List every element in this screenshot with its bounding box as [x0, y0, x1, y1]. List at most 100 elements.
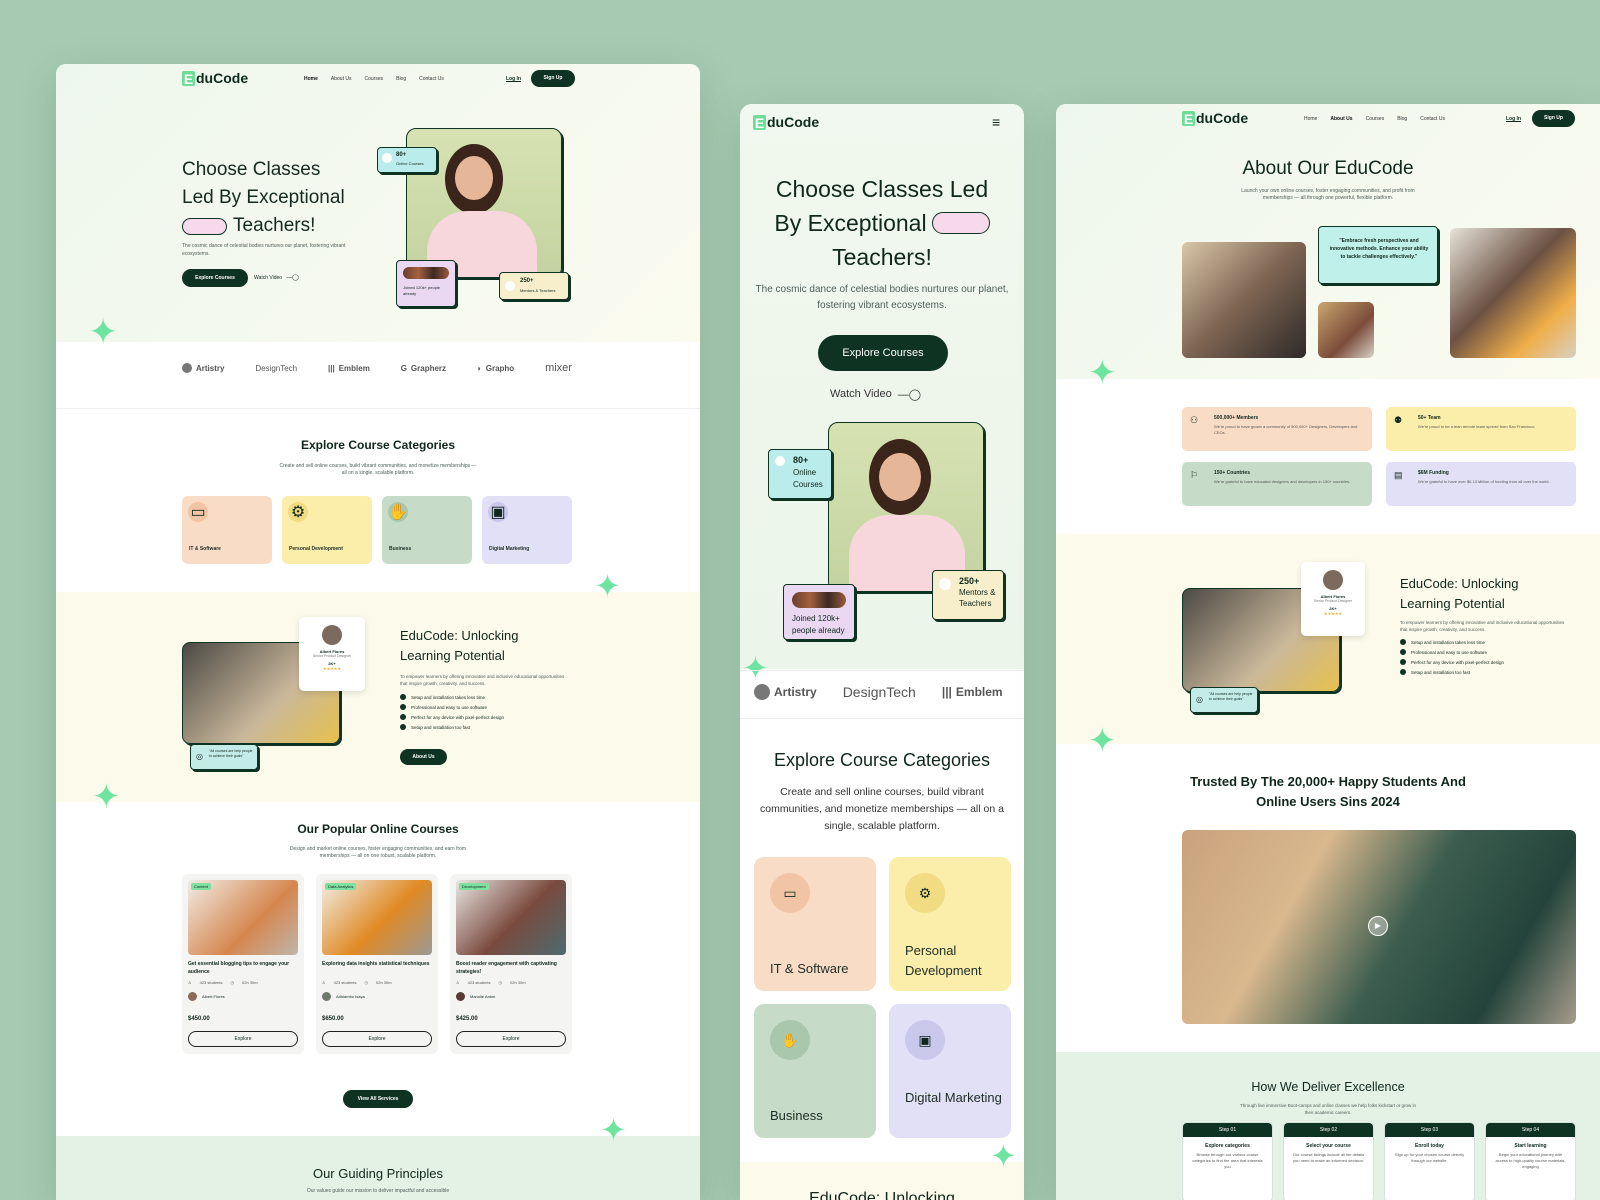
logo-text: duCode: [767, 114, 820, 130]
joined-badge-text: Joined 120k+ people already: [792, 614, 845, 635]
checklist-text: Setup and installation too fast: [411, 724, 471, 730]
logo[interactable]: EduCode: [182, 70, 248, 87]
target-icon: ◎: [196, 752, 203, 761]
signup-button[interactable]: Sign Up: [531, 70, 575, 87]
courses-badge: 80+ Online Courses: [377, 147, 437, 173]
category-card-marketing[interactable]: ▣ Digital Marketing: [482, 496, 572, 564]
login-link[interactable]: Log In: [506, 76, 521, 82]
category-card-personal[interactable]: ⚙ Personal Development: [282, 496, 372, 564]
check-icon: [1400, 669, 1406, 675]
nav-home[interactable]: Home: [1304, 116, 1317, 122]
checklist-item: Professional and easy to use software: [400, 704, 504, 710]
course-explore-button[interactable]: Explore: [456, 1031, 566, 1047]
course-time: 02h 30m: [242, 980, 258, 985]
emblem-logo-icon: |||: [327, 363, 335, 373]
signup-button[interactable]: Sign Up: [1532, 110, 1575, 127]
principles-description: Our values guide our mission to deliver …: [306, 1188, 450, 1194]
nav-contact[interactable]: Contact Us: [1420, 116, 1445, 122]
brand-emblem: ||| Emblem: [328, 362, 370, 374]
graduation-icon: [505, 281, 515, 291]
course-meta: ♙ 423 students ◷ 02h 30m: [456, 980, 526, 985]
trusted-video-thumbnail[interactable]: ▶: [1182, 830, 1576, 1024]
category-label-it: IT & Software: [189, 546, 221, 552]
courses-badge-number: 80+: [793, 455, 809, 465]
nav-courses[interactable]: Courses: [364, 76, 383, 82]
mobile-category-card-it[interactable]: ▭ IT & Software: [754, 857, 876, 991]
face-shape: [879, 453, 921, 501]
gear-window-icon: ⚙: [905, 873, 945, 913]
check-icon: [1400, 659, 1406, 665]
mobile-category-card-personal[interactable]: ⚙ Personal Development: [889, 857, 1011, 991]
category-card-it[interactable]: ▭ IT & Software: [182, 496, 272, 564]
category-label-personal: Personal Development: [289, 546, 343, 552]
desktop-home-frame: EduCode Home About Us Courses Blog Conta…: [56, 64, 700, 1200]
nav-blog[interactable]: Blog: [1397, 116, 1407, 122]
watch-video-link[interactable]: Watch Video —◯: [254, 274, 299, 282]
hamburger-icon[interactable]: ≡: [992, 115, 1000, 129]
play-icon[interactable]: ▶: [1368, 916, 1388, 936]
checklist-text: Setup and installation too fast: [1411, 669, 1471, 675]
brand-grapherz: G Grapherz: [401, 362, 446, 374]
clock-icon: ◷: [230, 980, 235, 985]
mobile-watch-video-link[interactable]: Watch Video —◯: [830, 388, 921, 401]
about-us-button[interactable]: About Us: [400, 749, 447, 765]
step-number: Step 01: [1183, 1123, 1272, 1137]
course-author: Albert Flores: [188, 992, 225, 1001]
course-card-2[interactable]: Data Analytics Exploring data insights s…: [316, 874, 438, 1054]
quote-text: "All courses are help people to achieve …: [209, 749, 253, 758]
nav-about[interactable]: About Us: [1330, 116, 1352, 122]
logo[interactable]: EduCode: [1182, 110, 1248, 127]
mobile-hero-title-word: By Exceptional: [774, 210, 927, 236]
mobile-category-card-business[interactable]: ✋ Business: [754, 1004, 876, 1138]
stat-card-members: ⚇ 500,000+ Members We're proud to have g…: [1182, 407, 1372, 451]
play-icon: —◯: [286, 275, 299, 281]
mobile-hero-teacher-photo: [828, 422, 984, 592]
nav-contact[interactable]: Contact Us: [419, 76, 444, 82]
hand-coin-icon: ✋: [770, 1020, 810, 1060]
about-title: About Our EduCode: [1242, 158, 1414, 179]
mobile-home-frame: EduCode ≡ Choose Classes Led By Exceptio…: [740, 104, 1024, 1200]
course-card-1[interactable]: Content Get essential blogging tips to e…: [182, 874, 304, 1054]
checklist-text: Professional and easy to use software: [411, 704, 488, 710]
step-card-3: Step 03 Enroll today Sign up for your chos…: [1384, 1122, 1475, 1200]
nav-courses[interactable]: Courses: [1366, 116, 1385, 122]
logo[interactable]: EduCode: [753, 114, 820, 131]
category-card-business[interactable]: ✋ Business: [382, 496, 472, 564]
brand-grapho: ◗ Grapho: [477, 362, 514, 374]
mobile-explore-courses-button[interactable]: Explore Courses: [818, 335, 948, 371]
checklist-text: Perfect for any device with pixel-perfec…: [1411, 659, 1505, 665]
team-icon: ⚉: [1394, 415, 1403, 425]
trusted-title-line-2: Online Users Sins 2024: [1256, 794, 1400, 809]
check-icon: [400, 694, 406, 700]
mobile-category-card-marketing[interactable]: ▣ Digital Marketing: [889, 1004, 1011, 1138]
mobile-hero-title-line-2: By Exceptional: [740, 206, 1024, 240]
nav-about[interactable]: About Us: [331, 76, 352, 82]
course-card-3[interactable]: Development Boost reader engagement with…: [450, 874, 572, 1054]
brand-designtech: DesignTech: [255, 362, 297, 374]
course-image: [322, 880, 432, 955]
course-meta: ♙ 423 students ◷ 02h 30m: [322, 980, 392, 985]
course-explore-button[interactable]: Explore: [322, 1031, 432, 1047]
avatar: [188, 992, 197, 1001]
check-icon: [400, 724, 406, 730]
login-link[interactable]: Log In: [1506, 116, 1521, 122]
sparkle-icon: ✦: [742, 650, 769, 686]
nav-blog[interactable]: Blog: [396, 76, 406, 82]
mentors-badge-number: 250+: [520, 278, 534, 284]
course-tag: Development: [459, 883, 489, 890]
brand-mixer-label: mixer: [545, 362, 572, 374]
course-explore-button[interactable]: Explore: [188, 1031, 298, 1047]
mobile-unlock-title: EduCode: Unlocking: [809, 1190, 955, 1200]
unlock-title-line-2: Learning Potential: [400, 648, 505, 663]
course-title: Exploring data insights statistical tech…: [322, 961, 430, 967]
step-description: Browse through our various course catego…: [1192, 1152, 1263, 1169]
watch-video-label: Watch Video: [254, 274, 283, 281]
course-students: 423 students: [333, 980, 357, 985]
book-icon: [382, 153, 392, 163]
main-nav: Home About Us Courses Blog Contact Us: [304, 76, 444, 82]
view-all-button[interactable]: View All Services: [343, 1090, 413, 1108]
mentor-role: Senior Product Designer: [312, 654, 352, 658]
explore-courses-button[interactable]: Explore Courses: [182, 269, 248, 287]
artistry-logo-icon: [754, 684, 770, 700]
nav-home[interactable]: Home: [304, 76, 318, 82]
